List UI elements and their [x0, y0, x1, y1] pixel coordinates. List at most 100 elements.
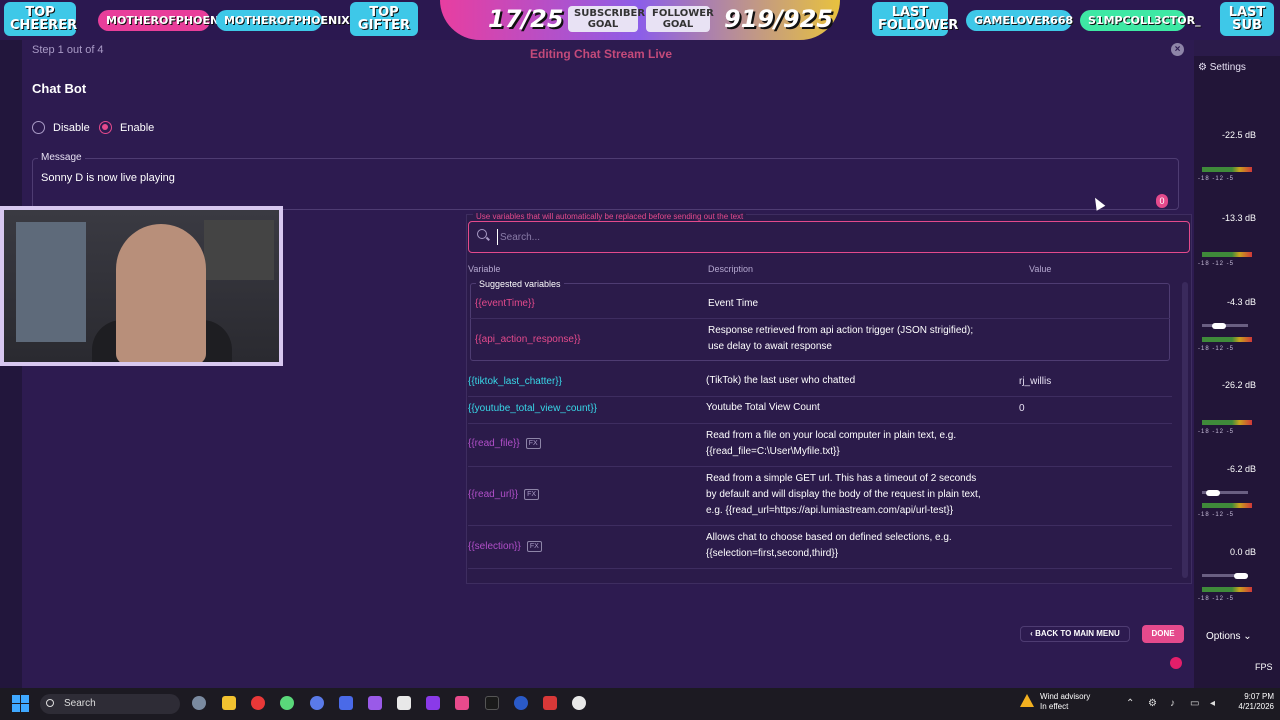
chat-bot-title: Chat Bot	[32, 81, 87, 96]
disable-label: Disable	[53, 121, 90, 134]
volume-slider[interactable]	[1202, 572, 1248, 579]
warning-icon	[1020, 694, 1034, 707]
app-icon[interactable]	[426, 696, 440, 710]
last-follower-label: LAST FOLLOWER	[872, 2, 958, 36]
variable-description: Read from a simple GET url. This has a t…	[706, 473, 977, 484]
variable-description-line2: use delay to await response	[708, 341, 832, 352]
message-value[interactable]: Sonny D is now live playing	[41, 172, 175, 184]
message-label: Message	[38, 152, 85, 163]
variable-description: Response retrieved from api action trigg…	[708, 325, 974, 336]
radio-on-icon[interactable]	[99, 121, 112, 134]
stream-overlay-bar: TOP CHEERER MOTHEROFPHOENIXES MOTHEROFPH…	[0, 0, 1280, 40]
done-button[interactable]: DONE	[1142, 625, 1184, 643]
mixer-level: -22.5 dB	[1221, 130, 1256, 140]
variable-description: Read from a file on your local computer …	[706, 430, 957, 441]
variable-name[interactable]: {{youtube_total_view_count}}	[468, 403, 597, 414]
settings-button[interactable]: ⚙ Settings	[1198, 62, 1246, 73]
app-tray-icon[interactable]: ⚙	[1148, 698, 1157, 709]
close-icon[interactable]: ×	[1171, 43, 1184, 56]
top-cheerer-name: MOTHEROFPHOENIXES	[98, 10, 247, 31]
message-field[interactable]	[32, 158, 1179, 210]
clock-time: 9:07 PM	[1244, 692, 1274, 701]
variable-description-line3: e.g. {{read_url=https://api.lumiastream.…	[706, 505, 954, 516]
back-button-label: BACK TO MAIN MENU	[1035, 629, 1120, 638]
discord-icon[interactable]	[310, 696, 324, 710]
audio-meter	[1202, 167, 1252, 172]
column-header-variable: Variable	[468, 264, 501, 274]
chevron-up-icon[interactable]: ⌃	[1126, 698, 1134, 709]
variable-value: 0	[1019, 403, 1025, 414]
clock-date: 4/21/2026	[1238, 702, 1274, 711]
disable-radio[interactable]: Disable	[32, 121, 90, 134]
suggested-variables-label: Suggested variables	[476, 279, 564, 289]
mixer-level: -13.3 dB	[1221, 213, 1256, 223]
capcut-icon[interactable]	[397, 696, 411, 710]
variable-name[interactable]: {{selection}} FX	[468, 541, 542, 552]
weather-widget[interactable]: Wind advisory In effect	[1040, 692, 1090, 712]
mixer-level: -4.3 dB	[1226, 297, 1256, 307]
mixer-level: 0.0 dB	[1229, 547, 1256, 557]
variable-name[interactable]: {{api_action_response}}	[475, 334, 581, 345]
variable-description-line2: by default and will display the body of …	[706, 489, 981, 500]
media-icon[interactable]	[543, 696, 557, 710]
meter-ticks: -18 -12 -5	[1198, 176, 1235, 182]
variable-search-input[interactable]	[497, 229, 1097, 245]
variable-name[interactable]: {{read_url}} FX	[468, 489, 540, 500]
back-to-main-menu-button[interactable]: ‹ BACK TO MAIN MENU	[1020, 626, 1130, 642]
audio-meter	[1202, 587, 1252, 592]
variables-scrollbar[interactable]	[1182, 282, 1188, 578]
top-cheerer-label: TOP CHEERER	[4, 2, 77, 36]
chrome-icon[interactable]	[280, 696, 294, 710]
search-icon	[477, 229, 487, 239]
volume-icon[interactable]: ◂	[1210, 698, 1215, 709]
search-icon	[46, 699, 54, 707]
variable-description: Youtube Total View Count	[706, 402, 820, 413]
row-divider	[468, 568, 1172, 569]
record-indicator-icon	[1170, 657, 1182, 669]
meter-ticks: -18 -12 -5	[1198, 261, 1235, 267]
variable-count-badge: 0	[1156, 194, 1168, 208]
lumia-stream-icon[interactable]	[455, 696, 469, 710]
weather-subtitle: In effect	[1040, 702, 1069, 711]
variable-description-line2: {{read_file=C:\User\Myfile.txt}}	[706, 446, 840, 457]
meter-ticks: -18 -12 -5	[1198, 596, 1235, 602]
windows-start-icon[interactable]	[12, 695, 29, 712]
variables-hint: Use variables that will automatically be…	[473, 212, 747, 221]
last-sub-label: LAST SUB	[1220, 2, 1274, 36]
follower-goal-label: FOLLOWER GOAL	[646, 6, 714, 32]
settings-label: Settings	[1209, 62, 1246, 73]
top-gifter-name: MOTHEROFPHOENIXES	[216, 10, 365, 31]
volume-slider[interactable]	[1202, 322, 1248, 329]
terminal-icon[interactable]	[485, 696, 499, 710]
webcam-overlay	[0, 206, 283, 366]
subscriber-count: 17/25	[488, 5, 564, 33]
row-divider	[470, 318, 1170, 319]
options-button[interactable]: Options ⌄	[1206, 631, 1252, 642]
opera-icon[interactable]	[251, 696, 265, 710]
variable-name[interactable]: {{tiktok_last_chatter}}	[468, 376, 562, 387]
meter-ticks: -18 -12 -5	[1198, 346, 1235, 352]
twitch-icon[interactable]	[368, 696, 382, 710]
volume-slider[interactable]	[1202, 489, 1248, 496]
system-clock[interactable]: 9:07 PM 4/21/2026	[1234, 692, 1274, 712]
music-icon[interactable]	[572, 696, 586, 710]
file-explorer-icon[interactable]	[222, 696, 236, 710]
slider-knob[interactable]	[1206, 489, 1220, 496]
settings-icon[interactable]	[192, 696, 206, 710]
apps-icon[interactable]	[339, 696, 353, 710]
slider-knob[interactable]	[1212, 322, 1226, 329]
radio-off-icon[interactable]	[32, 121, 45, 134]
variable-description: (TikTok) the last user who chatted	[706, 375, 856, 386]
network-icon[interactable]: ▭	[1190, 698, 1199, 709]
obs-icon[interactable]	[514, 696, 528, 710]
fx-badge: FX	[526, 541, 542, 552]
microphone-icon[interactable]: ♪	[1170, 698, 1175, 709]
step-indicator: Step 1 out of 4	[32, 44, 104, 56]
taskbar-search[interactable]: Search	[40, 694, 180, 714]
variable-name[interactable]: {{read_file}} FX	[468, 438, 541, 449]
variable-name[interactable]: {{eventTime}}	[475, 298, 535, 309]
slider-knob[interactable]	[1234, 572, 1248, 579]
column-header-description: Description	[708, 264, 754, 274]
row-divider	[468, 423, 1172, 424]
enable-radio[interactable]: Enable	[99, 121, 154, 134]
